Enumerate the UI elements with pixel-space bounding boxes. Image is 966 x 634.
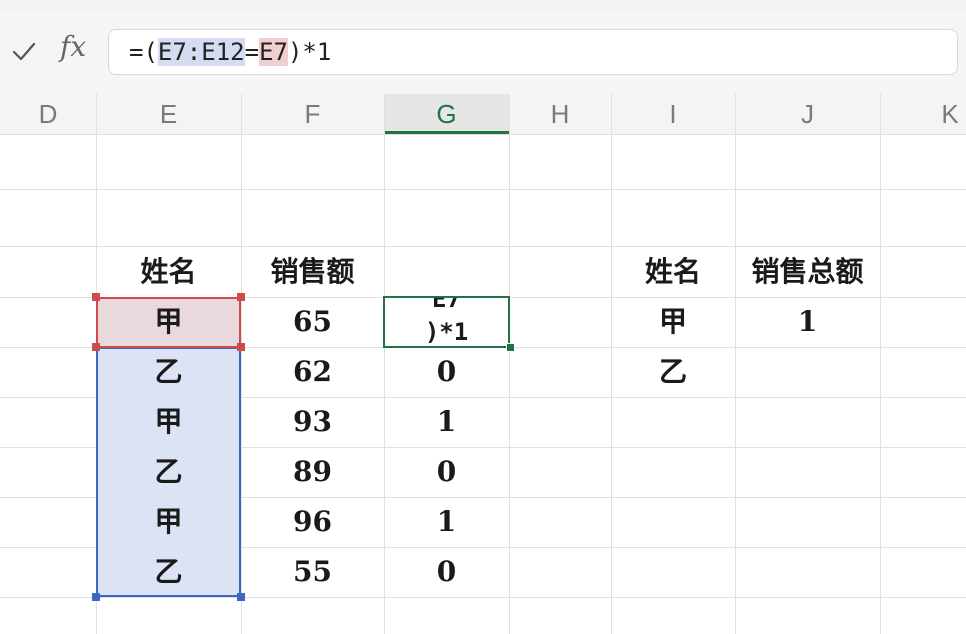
table2-cell-name[interactable]: 乙	[611, 347, 735, 397]
column-separator	[735, 94, 736, 134]
g-column-cell[interactable]: 1	[384, 497, 509, 547]
column-header-k[interactable]: K	[880, 94, 966, 134]
grid-line	[0, 597, 966, 598]
table1-cell-sales[interactable]: 96	[241, 497, 384, 547]
active-cell-text-line2: )*1	[424, 318, 469, 346]
formula-suffix: )*1	[287, 38, 332, 66]
grid-line	[880, 134, 881, 634]
fill-handle[interactable]	[506, 343, 515, 352]
column-separator	[384, 94, 385, 134]
formula-ref-range: E7:E12	[157, 38, 245, 66]
column-header-f[interactable]: F	[241, 94, 384, 134]
formula-ref-cell: E7	[259, 38, 288, 66]
g-column-cell[interactable]: 1	[384, 397, 509, 447]
table1-cell-sales[interactable]: 55	[241, 547, 384, 597]
g-column-cell[interactable]: 0	[384, 447, 509, 497]
table1-cell-sales[interactable]: 93	[241, 397, 384, 447]
table2-cell-total[interactable]: 1	[735, 297, 880, 347]
column-separator	[509, 94, 510, 134]
formula-bar: fx =(E7:E12=E7)*1	[0, 12, 966, 94]
table1-cell-name[interactable]: 甲	[96, 397, 241, 447]
column-header-d[interactable]: D	[0, 94, 96, 134]
table1-cell-name[interactable]: 乙	[96, 547, 241, 597]
active-cell-editor[interactable]: E7 )*1	[383, 296, 510, 348]
table1-cell-sales[interactable]: 89	[241, 447, 384, 497]
table2-header-name[interactable]: 姓名	[611, 247, 735, 297]
table2-cell-total[interactable]	[735, 347, 880, 397]
column-header-j[interactable]: J	[735, 94, 880, 134]
g-column-cell[interactable]: 0	[384, 347, 509, 397]
table1-header-name[interactable]: 姓名	[96, 247, 241, 297]
table1-cell-sales[interactable]: 65	[241, 297, 384, 347]
table1-cell-sales[interactable]: 62	[241, 347, 384, 397]
g-column-cell[interactable]: 0	[384, 547, 509, 597]
table2-header-total[interactable]: 销售总额	[735, 247, 880, 297]
fx-label[interactable]: fx	[60, 30, 86, 63]
column-header-h[interactable]: H	[509, 94, 611, 134]
table1-cell-name[interactable]: 甲	[96, 497, 241, 547]
column-separator	[96, 94, 97, 134]
table1-cell-name[interactable]: 乙	[96, 447, 241, 497]
column-header-e[interactable]: E	[96, 94, 241, 134]
grid-line	[0, 189, 966, 190]
formula-prefix: =(	[129, 38, 158, 66]
table1-header-sales[interactable]: 销售额	[241, 247, 384, 297]
formula-input[interactable]: =(E7:E12=E7)*1	[108, 29, 958, 75]
window-top-strip	[0, 0, 966, 12]
column-header-i[interactable]: I	[611, 94, 735, 134]
table1-cell-name[interactable]: 甲	[96, 297, 241, 347]
table1-cell-name[interactable]: 乙	[96, 347, 241, 397]
table2-cell-name[interactable]: 甲	[611, 297, 735, 347]
formula-operator: =	[244, 38, 260, 66]
column-separator	[880, 94, 881, 134]
column-separator	[611, 94, 612, 134]
grid-line	[509, 134, 510, 634]
active-cell-text-line1: E7	[432, 296, 461, 313]
check-icon[interactable]	[10, 36, 40, 66]
column-header-g[interactable]: G	[384, 94, 509, 134]
column-separator	[241, 94, 242, 134]
